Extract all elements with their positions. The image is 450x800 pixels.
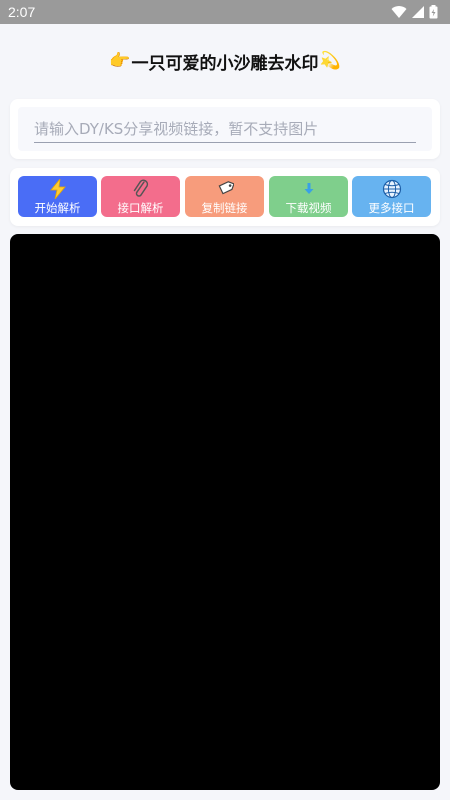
start-parse-button[interactable]: 开始解析 — [18, 176, 97, 217]
share-link-input[interactable] — [34, 115, 416, 143]
page-title: 👉 一只可爱的小沙雕去水印 💫 — [0, 46, 450, 76]
wifi-icon — [391, 6, 407, 19]
paperclip-icon — [132, 179, 150, 199]
action-button-bar: 开始解析 接口解析 复制链接 下载视频 更多接口 — [10, 168, 440, 226]
signal-icon — [412, 6, 424, 18]
api-parse-button[interactable]: 接口解析 — [101, 176, 180, 217]
copy-link-button[interactable]: 复制链接 — [185, 176, 264, 217]
status-bar: 2:07 — [0, 0, 450, 24]
copy-link-label: 复制链接 — [201, 201, 248, 215]
pointing-hand-icon: 👉 — [109, 51, 131, 71]
globe-icon — [382, 179, 402, 199]
down-arrow-icon — [302, 179, 316, 199]
download-video-label: 下载视频 — [285, 201, 332, 215]
more-apis-button[interactable]: 更多接口 — [352, 176, 431, 217]
input-card — [10, 99, 440, 159]
more-apis-label: 更多接口 — [368, 201, 415, 215]
download-video-button[interactable]: 下载视频 — [269, 176, 348, 217]
page-title-text: 一只可爱的小沙雕去水印 — [131, 53, 319, 74]
status-icons — [391, 5, 438, 19]
tag-icon — [216, 179, 234, 199]
input-container — [18, 107, 432, 151]
lightning-icon — [49, 179, 67, 199]
start-parse-label: 开始解析 — [34, 201, 81, 215]
battery-icon — [429, 5, 438, 19]
api-parse-label: 接口解析 — [117, 201, 164, 215]
sparkle-icon: 💫 — [319, 51, 341, 71]
status-time: 2:07 — [8, 4, 36, 20]
video-player[interactable] — [10, 234, 440, 790]
